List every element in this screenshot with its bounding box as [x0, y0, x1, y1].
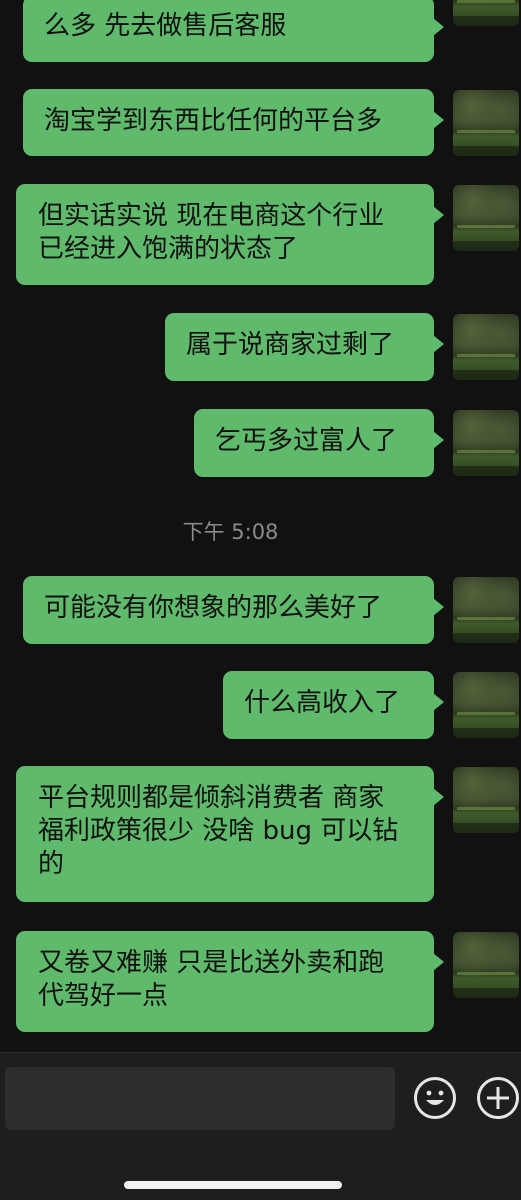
message-input[interactable]: [5, 1067, 395, 1130]
plus-circle-icon: [487, 1087, 509, 1109]
input-bar: [0, 1052, 521, 1200]
chat-message-list[interactable]: 么多 先去做售后客服 淘宝学到东西比任何的平台多 但实话实说 现在电商这个行业 …: [0, 0, 521, 1052]
avatar[interactable]: [453, 410, 519, 476]
message-bubble[interactable]: 淘宝学到东西比任何的平台多: [23, 89, 444, 156]
smiley-face-icon: [426, 1090, 444, 1105]
avatar[interactable]: [453, 767, 519, 833]
avatar[interactable]: [453, 314, 519, 380]
chat-screen: 么多 先去做售后客服 淘宝学到东西比任何的平台多 但实话实说 现在电商这个行业 …: [0, 0, 521, 1200]
plus-button[interactable]: [477, 1077, 519, 1119]
avatar[interactable]: [453, 672, 519, 738]
avatar[interactable]: [453, 90, 519, 156]
avatar[interactable]: [453, 577, 519, 643]
message-bubble[interactable]: 但实话实说 现在电商这个行业 已经进入饱满的状态了: [16, 184, 444, 285]
emoji-button[interactable]: [414, 1077, 456, 1119]
message-bubble[interactable]: 么多 先去做售后客服: [23, 0, 444, 62]
avatar[interactable]: [453, 0, 519, 26]
message-bubble[interactable]: 什么高收入了: [223, 671, 444, 739]
message-bubble[interactable]: 属于说商家过剩了: [165, 313, 444, 381]
avatar[interactable]: [453, 932, 519, 998]
message-bubble[interactable]: 乞丐多过富人了: [194, 409, 444, 477]
message-bubble[interactable]: 平台规则都是倾斜消费者 商家 福利政策很少 没啥 bug 可以钻 的: [16, 766, 444, 902]
message-bubble[interactable]: 又卷又难赚 只是比送外卖和跑 代驾好一点: [16, 931, 444, 1032]
avatar[interactable]: [453, 185, 519, 251]
message-bubble[interactable]: 可能没有你想象的那么美好了: [23, 576, 444, 644]
timestamp: 下午 5:08: [182, 520, 279, 544]
home-indicator: [124, 1181, 342, 1189]
